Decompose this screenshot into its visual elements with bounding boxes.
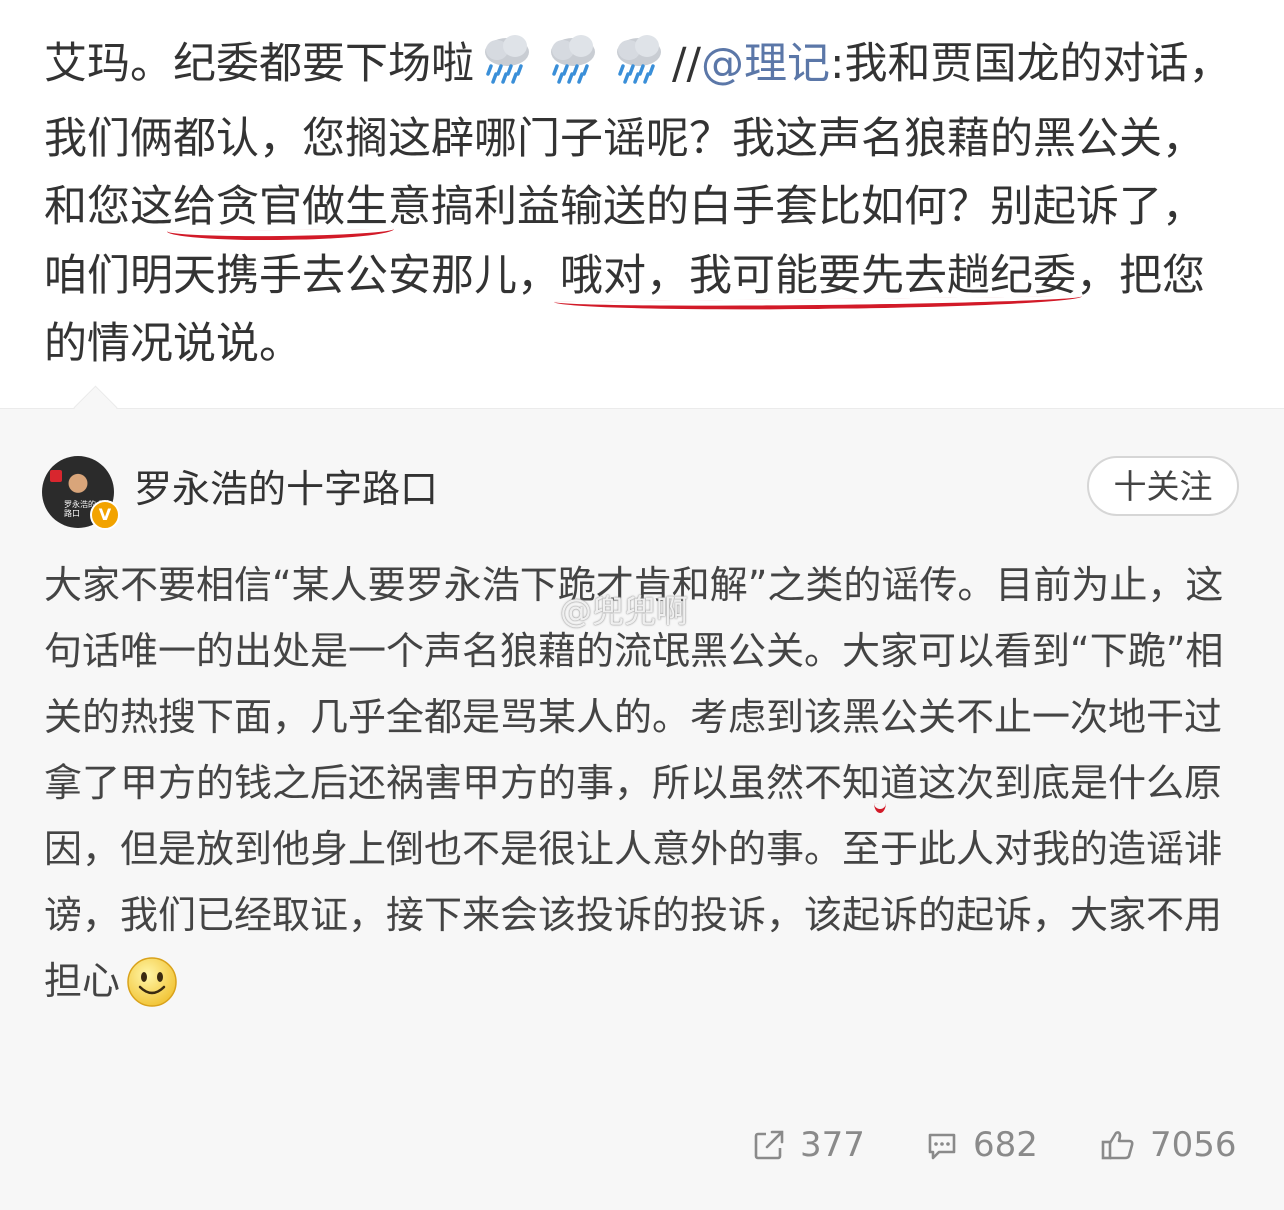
watermark: @兜兜啊 (560, 592, 689, 630)
repost-separator: // (672, 39, 701, 89)
thumbs-up-icon (1101, 1131, 1134, 1160)
verified-badge: V (90, 500, 120, 530)
follow-button[interactable]: 十关注 (1087, 456, 1239, 516)
comment-action[interactable]: 682 (925, 1120, 1038, 1170)
mention-link[interactable]: @理记 (701, 39, 830, 89)
repost-count: 377 (800, 1125, 865, 1165)
underlined-text: 给贪官做生 (173, 182, 388, 232)
underlined-text: 哦对，我可能要先去趟纪委 (560, 250, 1076, 301)
smile-icon (126, 956, 178, 1028)
rain-cloud-icon (609, 32, 669, 105)
rain-cloud-icon (543, 32, 603, 105)
rain-cloud-icon (477, 32, 537, 105)
author-name[interactable]: 罗永浩的十字路口 (134, 466, 438, 512)
repost-action[interactable]: 377 (752, 1120, 865, 1170)
post-text-part: 艾玛。纪委都要下场啦 (44, 39, 474, 89)
like-count: 7056 (1150, 1125, 1237, 1165)
stats-bar: 377 682 7056 (0, 1120, 1284, 1170)
post-text: 艾玛。纪委都要下场啦//@理记:我和贾国龙的对话，我们俩都认，您搁这辟哪门子谣呢… (44, 30, 1244, 379)
share-arrow-icon (754, 1130, 784, 1160)
like-action[interactable]: 7056 (1100, 1120, 1237, 1170)
comment-count: 682 (973, 1125, 1038, 1165)
comment-bubble-icon (928, 1133, 956, 1160)
channel-logo-icon (50, 470, 62, 482)
